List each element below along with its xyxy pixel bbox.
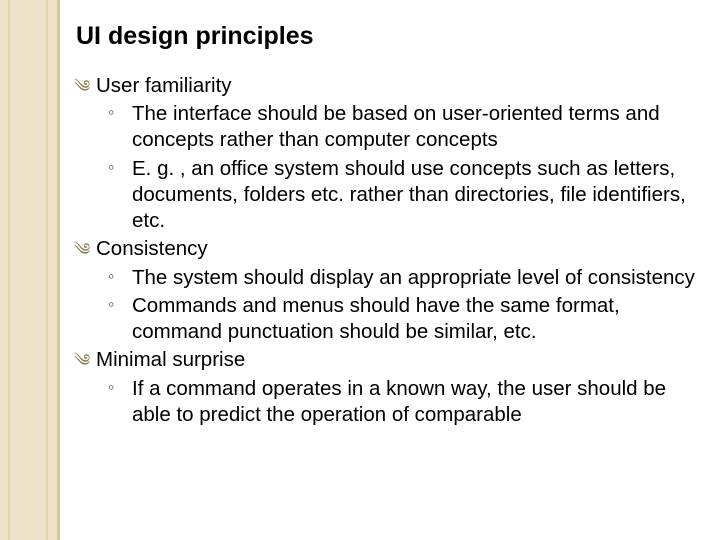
list-subitem: ◦ E. g. , an office system should use co… [78, 156, 700, 235]
circle-bullet-icon: ◦ [108, 293, 114, 316]
slide-title: UI design principles [76, 22, 700, 51]
list-subitem-text: E. g. , an office system should use conc… [132, 157, 686, 232]
swirl-bullet-icon: ༄ [74, 239, 90, 261]
list-subitem-text: Commands and menus should have the same … [132, 294, 620, 343]
circle-bullet-icon: ◦ [108, 265, 114, 288]
slide-content: ༄ User familiarity ◦ The interface shoul… [78, 73, 700, 428]
list-subitem-text: If a command operates in a known way, th… [132, 377, 666, 426]
list-item: ༄ User familiarity [78, 73, 700, 99]
list-item: ༄ Consistency [78, 236, 700, 262]
swirl-bullet-icon: ༄ [74, 350, 90, 372]
list-item-label: Consistency [96, 237, 208, 260]
list-subitem: ◦ The system should display an appropria… [78, 265, 700, 291]
list-item-label: Minimal surprise [96, 348, 245, 371]
list-item: ༄ Minimal surprise [78, 347, 700, 373]
list-subitem-text: The system should display an appropriate… [132, 266, 695, 289]
list-subitem: ◦ If a command operates in a known way, … [78, 376, 700, 428]
circle-bullet-icon: ◦ [108, 101, 114, 124]
slide-body: UI design principles ༄ User familiarity … [0, 0, 720, 428]
swirl-bullet-icon: ༄ [74, 76, 90, 98]
list-subitem: ◦ The interface should be based on user-… [78, 101, 700, 153]
circle-bullet-icon: ◦ [108, 376, 114, 399]
circle-bullet-icon: ◦ [108, 156, 114, 179]
list-item-label: User familiarity [96, 74, 232, 97]
list-subitem: ◦ Commands and menus should have the sam… [78, 293, 700, 345]
list-subitem-text: The interface should be based on user-or… [132, 102, 660, 151]
